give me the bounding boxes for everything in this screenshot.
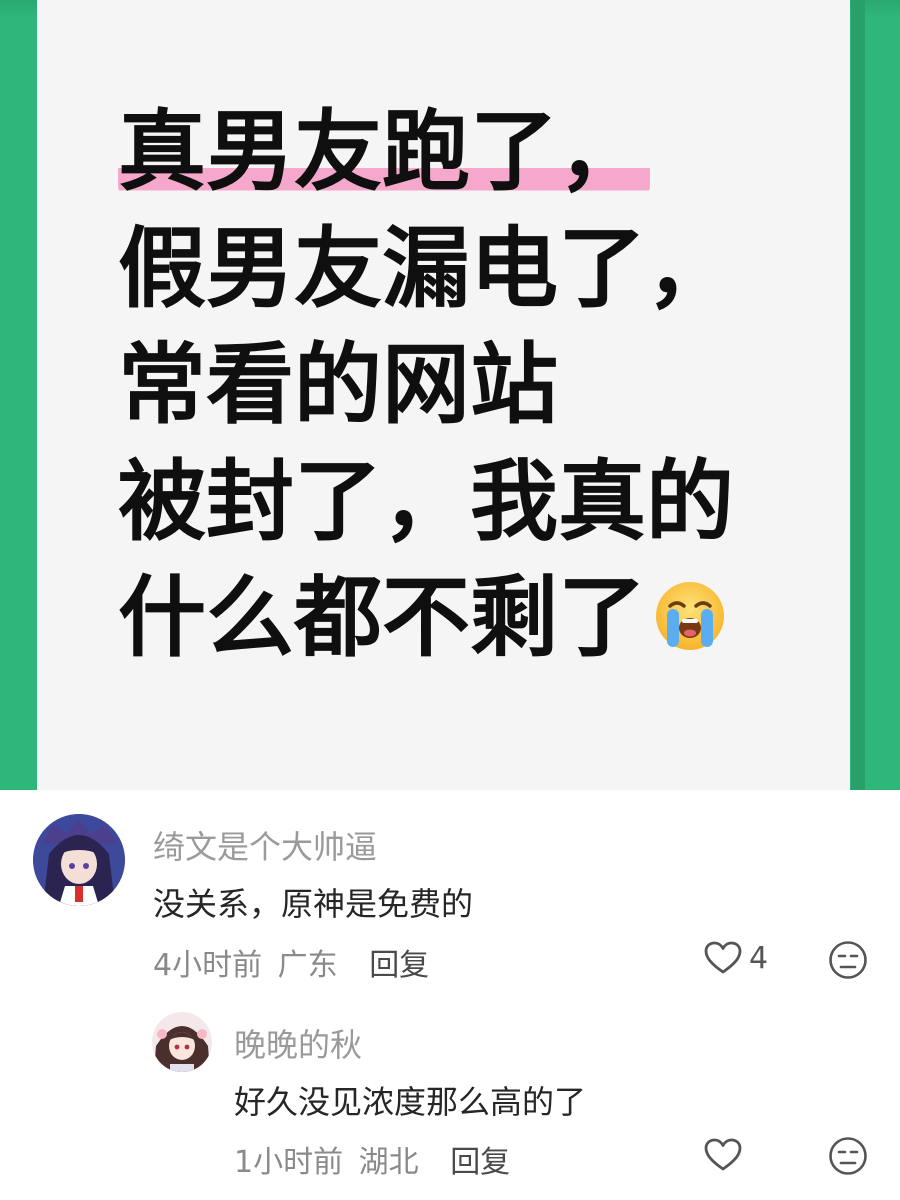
anime-girl-avatar-icon xyxy=(152,1012,212,1072)
comment-location: 广东 xyxy=(277,948,338,983)
comment-username[interactable]: 晚晚的秋 xyxy=(234,1020,362,1066)
post-image[interactable]: 真男友跑了， 假男友漏电了， 常看的网站 被封了，我真的 什么都不剩了 xyxy=(0,0,900,790)
comment-username[interactable]: 绮文是个大帅逼 xyxy=(153,822,377,868)
border-stripe xyxy=(851,0,865,790)
reply-button[interactable]: 回复 xyxy=(369,948,429,983)
comment-location: 湖北 xyxy=(358,1145,419,1180)
headline-line-3: 常看的网站 xyxy=(118,333,559,436)
comment-text: 好久没见浓度那么高的了 xyxy=(234,1083,587,1121)
avatar[interactable] xyxy=(152,1012,212,1072)
heart-icon[interactable] xyxy=(704,1138,742,1172)
unamused-face-icon[interactable] xyxy=(828,940,868,980)
anime-girl-avatar-icon xyxy=(33,814,125,906)
headline-line-2: 假男友漏电了， xyxy=(118,216,735,320)
comment-meta: 1小时前 湖北 回复 xyxy=(234,1137,510,1181)
comment-time: 4小时前 xyxy=(153,948,263,983)
unamused-face-icon[interactable] xyxy=(828,1136,868,1176)
comment-meta: 4小时前 广东 回复 xyxy=(153,940,429,984)
headline-line-5: 什么都不剩了 xyxy=(118,560,734,677)
headline-highlight: 真男友跑了， xyxy=(118,100,651,203)
loudly-crying-face-icon xyxy=(656,582,725,650)
post-headline: 真男友跑了， 假男友漏电了， 常看的网站 被封了，我真的 什么都不剩了 xyxy=(118,94,734,677)
reply-button[interactable]: 回复 xyxy=(450,1145,510,1180)
avatar[interactable] xyxy=(33,814,125,906)
comment-text: 没关系，原神是免费的 xyxy=(153,885,474,923)
headline-line-1: 真男友跑了， xyxy=(118,94,734,211)
comment-time: 1小时前 xyxy=(234,1145,344,1180)
heart-icon[interactable] xyxy=(704,941,742,975)
headline-line-4: 被封了，我真的 xyxy=(118,449,735,553)
like-count: 4 xyxy=(749,941,769,976)
